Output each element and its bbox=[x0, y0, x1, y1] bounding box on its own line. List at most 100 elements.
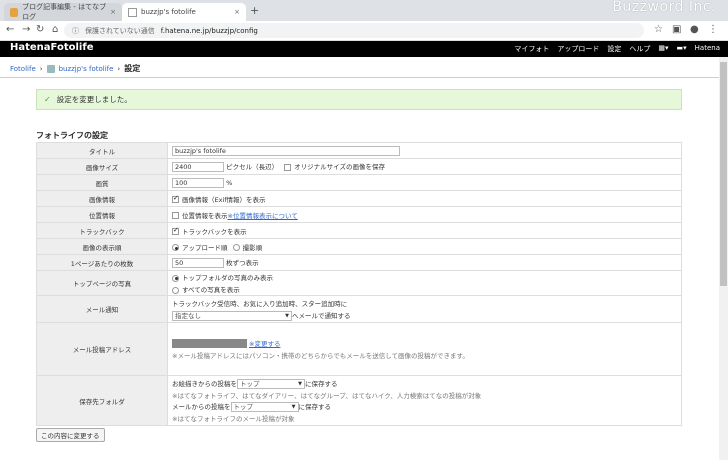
close-tab-icon[interactable]: × bbox=[234, 8, 240, 16]
user-avatar bbox=[46, 64, 55, 73]
bookmark-star-icon[interactable]: ☆ bbox=[654, 24, 663, 35]
mail-notify-select[interactable]: 指定なし bbox=[172, 310, 292, 321]
original-size-label: オリジナルサイズの画像を保存 bbox=[294, 163, 385, 171]
chevron-right-icon: › bbox=[39, 64, 43, 73]
folder-suffix: に保存する bbox=[298, 403, 332, 411]
order-shot-radio[interactable] bbox=[232, 244, 240, 251]
scrollbar-thumb[interactable] bbox=[720, 62, 727, 286]
hatena-blog-icon bbox=[10, 7, 19, 17]
tab-bar: ブログ記事編集 - はてなブログ × buzzjp's fotolife × +… bbox=[0, 0, 728, 21]
exif-checkbox[interactable] bbox=[172, 194, 179, 203]
breadcrumb-root[interactable]: Fotolife bbox=[10, 65, 36, 73]
change-address-link[interactable]: ※変更する bbox=[249, 340, 280, 348]
folder-note-drawing: ※はてなフォトライフ、はてなダイアリー、はてなグループ、はてなハイク、人力検索は… bbox=[172, 392, 482, 400]
breadcrumb-user[interactable]: buzzjp's fotolife bbox=[59, 65, 114, 73]
row-size: 画像サイズ 2400 ピクセル（長辺） オリジナルサイズの画像を保存 bbox=[36, 158, 682, 175]
check-icon: ✓ bbox=[44, 95, 51, 104]
drawing-folder-select[interactable]: トップ bbox=[237, 379, 305, 389]
row-perpage: 1ページあたりの枚数 50 枚ずつ表示 bbox=[36, 254, 682, 271]
fotolife-logo[interactable]: HatenaFotolife bbox=[10, 42, 93, 53]
label-top: トップページの写真 bbox=[36, 270, 168, 296]
home-icon[interactable]: ⌂ bbox=[52, 24, 58, 35]
quality-unit: % bbox=[226, 178, 233, 187]
profile-icon[interactable]: ● bbox=[690, 24, 699, 35]
mail-suffix: へメールで通知する bbox=[292, 311, 351, 320]
trackback-label: トラックバックを表示 bbox=[182, 227, 247, 236]
post-note: ※メール投稿アドレスにはパソコン・携帯のどちらからでもメールを送信して画像の投稿… bbox=[172, 352, 469, 361]
row-trackback: トラックバック トラックバックを表示 bbox=[36, 222, 682, 239]
settings-table: タイトル buzzjp's fotolife 画像サイズ 2400 ピクセル（長… bbox=[36, 142, 682, 426]
hatena-header: HatenaFotolife マイフォト アップロード 設定 ヘルプ ▦▾ ▬▾… bbox=[0, 41, 728, 57]
tab-blog-edit[interactable]: ブログ記事編集 - はてなブログ × bbox=[4, 3, 122, 21]
tab-label: buzzjp's fotolife bbox=[141, 8, 196, 16]
top-folder-label: トップフォルダの写真のみ表示 bbox=[182, 274, 273, 282]
grid-menu-icon[interactable]: ▦▾ bbox=[658, 44, 668, 54]
breadcrumb: Fotolife › buzzjp's fotolife › 設定 bbox=[10, 63, 140, 74]
chevron-right-icon: › bbox=[117, 64, 121, 73]
row-folder: 保存先フォルダ お絵描きからの投稿をトップに保存する ※はてなフォトライフ、はて… bbox=[36, 375, 682, 426]
address-bar-row: ← → ↻ ⌂ ⓘ 保護されていない通信 f.hatena.ne.jp/buzz… bbox=[0, 21, 728, 41]
submit-button[interactable]: この内容に変更する bbox=[36, 428, 105, 442]
row-info: 画像情報 画像情報（Exif情報）を表示 bbox=[36, 190, 682, 207]
trackback-checkbox[interactable] bbox=[172, 226, 179, 235]
success-notice: ✓ 設定を変更しました。 bbox=[36, 89, 682, 110]
mail-folder-select[interactable]: トップ bbox=[230, 402, 299, 412]
folder-prefix-mail: メールからの投稿を bbox=[172, 403, 231, 411]
order-upload-label: アップロード順 bbox=[182, 243, 228, 252]
masked-email-address bbox=[172, 339, 247, 349]
label-quality: 画質 bbox=[36, 174, 168, 191]
label-order: 画像の表示順 bbox=[36, 238, 168, 255]
mail-text: トラックバック受信時、お気に入り追加時、スター追加時に bbox=[172, 299, 348, 308]
reload-icon[interactable]: ↻ bbox=[36, 24, 44, 35]
all-photos-label: すべての写真を表示 bbox=[182, 286, 240, 294]
security-status: 保護されていない通信 bbox=[85, 26, 155, 35]
close-tab-icon[interactable]: × bbox=[110, 8, 116, 16]
label-info: 画像情報 bbox=[36, 190, 168, 207]
row-title: タイトル buzzjp's fotolife bbox=[36, 142, 682, 159]
row-geo: 位置情報 位置情報を表示※位置情報表示について bbox=[36, 206, 682, 223]
url-bar[interactable]: ⓘ 保護されていない通信 f.hatena.ne.jp/buzzjp/confi… bbox=[64, 23, 644, 38]
top-folder-radio[interactable] bbox=[172, 274, 179, 282]
quality-input[interactable]: 100 bbox=[172, 177, 224, 188]
header-menu: マイフォト アップロード 設定 ヘルプ ▦▾ ▬▾ Hatena bbox=[514, 44, 720, 54]
brand-watermark: Buzzword Inc. bbox=[612, 0, 716, 15]
order-shot-label: 撮影順 bbox=[242, 243, 263, 252]
original-size-checkbox[interactable] bbox=[284, 163, 292, 171]
menu-help[interactable]: ヘルプ bbox=[629, 44, 650, 54]
perpage-input[interactable]: 50 bbox=[172, 258, 224, 268]
label-size: 画像サイズ bbox=[36, 158, 168, 175]
row-order: 画像の表示順 アップロード順 撮影順 bbox=[36, 238, 682, 255]
chrome-menu-icon[interactable]: ⋮ bbox=[708, 24, 718, 35]
geo-help-link[interactable]: ※位置情報表示について bbox=[228, 212, 298, 220]
label-geo: 位置情報 bbox=[36, 206, 168, 223]
size-input[interactable]: 2400 bbox=[172, 162, 224, 172]
tab-fotolife[interactable]: buzzjp's fotolife × bbox=[122, 3, 246, 21]
hatena-link[interactable]: Hatena bbox=[695, 44, 720, 54]
menu-settings[interactable]: 設定 bbox=[607, 44, 621, 54]
menu-upload[interactable]: アップロード bbox=[557, 44, 599, 54]
folder-suffix: に保存する bbox=[305, 380, 338, 388]
section-title: フォトライフの設定 bbox=[36, 131, 108, 140]
exif-label: 画像情報（Exif情報）を表示 bbox=[182, 195, 266, 204]
label-title: タイトル bbox=[36, 142, 168, 159]
url-text: f.hatena.ne.jp/buzzjp/config bbox=[160, 26, 258, 35]
geo-label: 位置情報を表示 bbox=[182, 211, 228, 220]
divider bbox=[0, 77, 728, 78]
extension-icon[interactable]: ▣ bbox=[672, 24, 681, 35]
notice-text: 設定を変更しました。 bbox=[56, 95, 132, 104]
geo-checkbox[interactable] bbox=[172, 212, 179, 219]
notification-icon[interactable]: ▬▾ bbox=[677, 44, 687, 54]
perpage-unit: 枚ずつ表示 bbox=[226, 259, 259, 267]
size-unit: ピクセル（長辺） bbox=[226, 163, 279, 171]
menu-myphoto[interactable]: マイフォト bbox=[514, 44, 549, 54]
back-icon[interactable]: ← bbox=[6, 24, 14, 35]
title-input[interactable]: buzzjp's fotolife bbox=[172, 145, 400, 156]
info-icon[interactable]: ⓘ bbox=[72, 26, 79, 36]
all-photos-radio[interactable] bbox=[172, 286, 179, 294]
order-upload-radio[interactable] bbox=[172, 244, 179, 251]
fotolife-icon bbox=[128, 7, 137, 17]
forward-icon[interactable]: → bbox=[22, 24, 30, 35]
new-tab-button[interactable]: + bbox=[250, 4, 259, 17]
folder-prefix-drawing: お絵描きからの投稿を bbox=[172, 380, 237, 388]
label-trackback: トラックバック bbox=[36, 222, 168, 239]
